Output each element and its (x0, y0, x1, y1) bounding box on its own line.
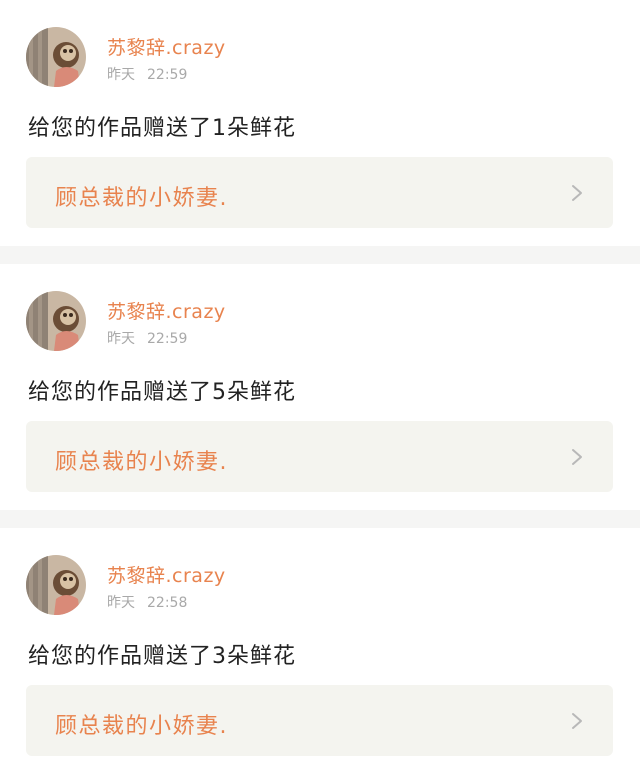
gift-notification-card: 苏黎辞.crazy 昨天 22:59 给您的作品赠送了1朵鲜花 顾总裁的小娇妻. (0, 0, 640, 246)
timestamp: 昨天 22:59 (107, 64, 187, 84)
chevron-right-icon (572, 185, 582, 201)
timestamp-day: 昨天 (107, 67, 135, 83)
gift-notification-card: 苏黎辞.crazy 昨天 22:59 给您的作品赠送了5朵鲜花 顾总裁的小娇妻. (0, 264, 640, 510)
section-divider (0, 246, 640, 264)
username[interactable]: 苏黎辞.crazy (107, 297, 226, 324)
timestamp-time: 22:59 (147, 67, 188, 83)
timestamp: 昨天 22:58 (107, 592, 187, 612)
timestamp-time: 22:59 (147, 331, 188, 347)
timestamp-time: 22:58 (147, 595, 188, 611)
user-avatar-icon[interactable] (26, 27, 86, 87)
chevron-right-icon (572, 713, 582, 729)
timestamp-day: 昨天 (107, 595, 135, 611)
work-link-button[interactable]: 顾总裁的小娇妻. (26, 685, 613, 756)
work-title: 顾总裁的小娇妻. (55, 450, 228, 475)
username[interactable]: 苏黎辞.crazy (107, 33, 226, 60)
gift-notification-card: 苏黎辞.crazy 昨天 22:58 给您的作品赠送了3朵鲜花 顾总裁的小娇妻. (0, 528, 640, 774)
chevron-right-icon (572, 449, 582, 465)
gift-message: 给您的作品赠送了3朵鲜花 (28, 644, 296, 669)
user-avatar-icon[interactable] (26, 555, 86, 615)
work-title: 顾总裁的小娇妻. (55, 714, 228, 739)
work-title: 顾总裁的小娇妻. (55, 186, 228, 211)
gift-message: 给您的作品赠送了5朵鲜花 (28, 380, 296, 405)
user-avatar-icon[interactable] (26, 291, 86, 351)
timestamp: 昨天 22:59 (107, 328, 187, 348)
timestamp-day: 昨天 (107, 331, 135, 347)
username[interactable]: 苏黎辞.crazy (107, 561, 226, 588)
gift-message: 给您的作品赠送了1朵鲜花 (28, 116, 296, 141)
work-link-button[interactable]: 顾总裁的小娇妻. (26, 157, 613, 228)
work-link-button[interactable]: 顾总裁的小娇妻. (26, 421, 613, 492)
section-divider (0, 510, 640, 528)
